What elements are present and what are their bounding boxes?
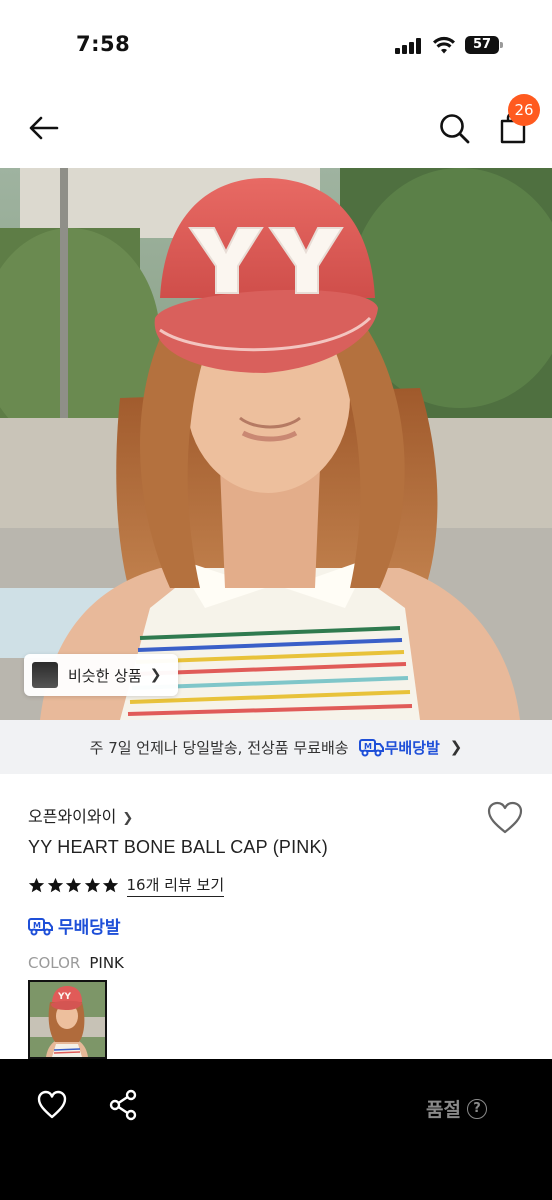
shipping-banner-text: 주 7일 언제나 당일발송, 전상품 무료배송 (89, 738, 349, 757)
star-icon (84, 877, 100, 892)
status-time: 7:58 (76, 32, 131, 56)
similar-products-label: 비슷한 상품 (68, 666, 142, 685)
star-icon (47, 877, 63, 892)
product-photo (0, 168, 552, 720)
svg-text:M: M (33, 921, 41, 930)
free-shipping-label: 무배당발 (58, 918, 121, 938)
brand-name: 오픈와이와이 (28, 807, 117, 826)
chevron-right-icon: ❯ (122, 811, 134, 826)
chevron-right-icon: ❯ (449, 738, 463, 756)
wishlist-heart-icon[interactable] (486, 800, 524, 836)
color-thumbnail-image: YY (30, 982, 105, 1057)
soldout-status: 품절 ? (426, 1095, 487, 1122)
bottom-action-bar: 품절 ? (0, 1059, 552, 1200)
truck-icon: M (28, 917, 53, 935)
option-key: COLOR (28, 954, 81, 972)
cart-count-badge: 26 (508, 94, 540, 126)
star-icon (65, 877, 82, 892)
shipping-banner[interactable]: 주 7일 언제나 당일발송, 전상품 무료배송 M 무배당발 ❯ (0, 720, 552, 774)
heart-icon[interactable] (36, 1089, 68, 1121)
battery-level: 57 (472, 37, 492, 52)
signal-icon (395, 38, 423, 54)
truck-icon: M (358, 739, 384, 757)
help-icon[interactable]: ? (466, 1098, 487, 1119)
star-icon (28, 877, 45, 892)
product-image[interactable] (0, 168, 552, 720)
product-title: YY HEART BONE BALL CAP (PINK) (28, 837, 328, 857)
svg-text:YY: YY (57, 992, 72, 1002)
free-shipping-badge: M 무배당발 (28, 913, 121, 938)
battery-icon: 57 (465, 36, 503, 54)
status-bar: 7:58 57 (0, 0, 552, 90)
shipping-service-label: 무배당발 (384, 738, 440, 757)
brand-link[interactable]: 오픈와이와이 ❯ (28, 803, 133, 827)
color-option-row: COLOR PINK (28, 954, 124, 972)
back-arrow-icon[interactable] (26, 110, 62, 146)
svg-text:M: M (364, 742, 372, 751)
free-shipping-service-logo: M 무배당발 (358, 737, 440, 758)
share-icon[interactable] (108, 1089, 138, 1121)
color-option-thumbnail[interactable]: YY (28, 980, 107, 1059)
app-header (0, 90, 552, 168)
option-value: PINK (89, 954, 124, 972)
review-link[interactable]: 16개 리뷰 보기 (126, 874, 225, 897)
similar-products-button[interactable]: 비슷한 상품 ❯ (24, 654, 178, 696)
soldout-label: 품절 (426, 1099, 461, 1121)
similar-thumbnail (32, 662, 58, 688)
star-icon (102, 877, 119, 892)
search-icon[interactable] (436, 110, 472, 146)
chevron-right-icon: ❯ (149, 667, 162, 683)
wifi-icon (433, 36, 455, 54)
rating-row: 16개 리뷰 보기 (28, 873, 225, 897)
star-rating (28, 877, 121, 894)
